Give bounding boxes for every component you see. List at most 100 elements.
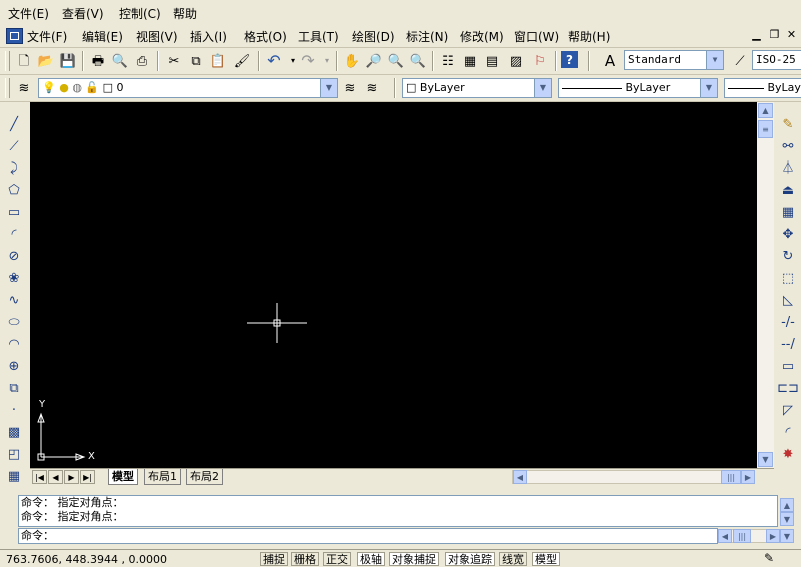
erase-icon[interactable]: ✎ <box>777 114 799 134</box>
previous-tab-icon[interactable]: ◀ <box>48 470 63 484</box>
menu-tools[interactable]: 工具(T) <box>298 28 339 45</box>
otrack-toggle[interactable]: 对象追踪 <box>445 552 495 566</box>
arc-icon[interactable]: ◜ <box>3 224 25 244</box>
command-scroll-down2-icon[interactable]: ▼ <box>780 529 794 543</box>
offset-icon[interactable]: ⏏ <box>777 180 799 200</box>
chamfer-icon[interactable]: ◸ <box>777 400 799 420</box>
grid-toggle[interactable]: 栅格 <box>291 552 319 566</box>
zoom-window-icon[interactable]: 🔍 <box>386 51 406 71</box>
point-icon[interactable]: · <box>3 400 25 420</box>
move-icon[interactable]: ✥ <box>777 224 799 244</box>
print-icon[interactable]: 🖶 <box>88 51 108 71</box>
trim-icon[interactable]: -/- <box>777 312 799 332</box>
chevron-down-icon[interactable]: ▼ <box>320 79 337 97</box>
osnap-toggle[interactable]: 对象捕捉 <box>389 552 439 566</box>
ellipse-arc-icon[interactable]: ◠ <box>3 334 25 354</box>
lightbulb-icon[interactable]: 💡 <box>42 81 56 94</box>
polyline-icon[interactable]: ⤸ <box>3 158 25 178</box>
design-center-icon[interactable]: ▦ <box>460 51 480 71</box>
snap-toggle[interactable]: 捕捉 <box>260 552 288 566</box>
tab-layout1[interactable]: 布局1 <box>144 469 181 485</box>
menu-edit[interactable]: 编辑(E) <box>82 28 123 45</box>
model-space-toggle[interactable]: 模型 <box>532 552 560 566</box>
sun-icon[interactable]: ● <box>59 81 69 94</box>
array-icon[interactable]: ▦ <box>777 202 799 222</box>
rotate-icon[interactable]: ↻ <box>777 246 799 266</box>
first-tab-icon[interactable]: |◀ <box>32 470 47 484</box>
communication-center-icon[interactable]: ✎ <box>764 551 774 565</box>
spline-icon[interactable]: ∿ <box>3 290 25 310</box>
rectangle-icon[interactable]: ▭ <box>3 202 25 222</box>
menu-view[interactable]: 视图(V) <box>136 28 178 45</box>
zoom-previous-icon[interactable]: 🔍 <box>408 51 428 71</box>
break-at-point-icon[interactable]: ▭ <box>777 356 799 376</box>
scale-icon[interactable]: ⬚ <box>777 268 799 288</box>
menu-format[interactable]: 格式(O) <box>244 28 287 45</box>
freeze-viewport-icon[interactable]: ◍ <box>72 81 82 94</box>
insert-block-icon[interactable]: ⊕ <box>3 356 25 376</box>
cursor-coordinates[interactable]: 763.7606, 448.3944 , 0.0000 <box>6 553 167 566</box>
scroll-left-icon[interactable]: ◀ <box>513 470 527 484</box>
copy-object-icon[interactable]: ⚯ <box>777 136 799 156</box>
scroll-thumb[interactable]: ≡ <box>758 120 773 138</box>
table-icon[interactable]: ▦ <box>3 466 25 486</box>
menu-dimension[interactable]: 标注(N) <box>406 28 448 45</box>
chevron-down-icon[interactable]: ▼ <box>700 79 717 97</box>
properties-icon[interactable]: ☷ <box>438 51 458 71</box>
drawing-area[interactable]: Y X <box>30 102 757 468</box>
app-icon[interactable] <box>6 28 23 44</box>
command-scroll-right-icon[interactable]: ▶ <box>766 529 780 543</box>
text-style-select[interactable]: Standard ▼ <box>624 50 724 70</box>
menu-view-outer[interactable]: 查看(V) <box>62 5 104 22</box>
explode-icon[interactable]: ✸ <box>777 444 799 464</box>
ortho-toggle[interactable]: 正交 <box>323 552 351 566</box>
menu-help[interactable]: 帮助(H) <box>568 28 610 45</box>
text-style-icon[interactable]: A <box>600 51 620 71</box>
command-scroll-left-icon[interactable]: ◀ <box>718 529 732 543</box>
menu-control-outer[interactable]: 控制(C) <box>119 5 161 22</box>
menu-file-outer[interactable]: 文件(E) <box>8 5 49 22</box>
line-icon[interactable]: ╱ <box>3 114 25 134</box>
tab-layout2[interactable]: 布局2 <box>186 469 223 485</box>
restore-icon[interactable]: ❐ <box>768 28 781 41</box>
next-tab-icon[interactable]: ▶ <box>64 470 79 484</box>
horizontal-scrollbar[interactable]: ◀ ||| ▶ <box>512 470 754 484</box>
menu-help-outer[interactable]: 帮助 <box>173 5 197 22</box>
linetype-select[interactable]: ByLayer ▼ <box>558 78 718 98</box>
mirror-icon[interactable]: ⏃ <box>777 158 799 178</box>
vertical-scrollbar[interactable]: ▲ ≡ ▼ <box>757 102 774 468</box>
match-properties-icon[interactable]: 🖌 <box>232 51 252 71</box>
scroll-down-icon[interactable]: ▼ <box>758 452 773 467</box>
markup-icon[interactable]: ⚐ <box>530 51 550 71</box>
region-icon[interactable]: ◰ <box>3 444 25 464</box>
copy-icon[interactable]: ⧉ <box>186 51 206 71</box>
command-hscrollbar[interactable]: ◀ ||| ▶ <box>718 529 780 543</box>
dim-style-select[interactable]: ISO-25 <box>752 50 801 70</box>
make-object-layer-current-icon[interactable]: ≋ <box>340 78 360 98</box>
minimize-icon[interactable]: ▁ <box>750 28 763 41</box>
hatch-icon[interactable]: ▩ <box>3 422 25 442</box>
polar-toggle[interactable]: 极轴 <box>357 552 385 566</box>
ellipse-icon[interactable]: ⬭ <box>3 312 25 332</box>
pan-realtime-icon[interactable]: ✋ <box>342 51 362 71</box>
new-file-icon[interactable]: 🗋 <box>14 51 34 71</box>
layer-select[interactable]: 💡 ● ◍ 🔓 □ 0 ▼ <box>38 78 338 98</box>
polygon-icon[interactable]: ⬠ <box>3 180 25 200</box>
horizontal-scroll-thumb[interactable]: ||| <box>721 470 741 484</box>
dim-style-icon[interactable]: ⟋ <box>730 51 750 71</box>
chevron-down-icon[interactable]: ▼ <box>534 79 551 97</box>
scroll-right-icon[interactable]: ▶ <box>741 470 755 484</box>
revision-cloud-icon[interactable]: ❀ <box>3 268 25 288</box>
circle-icon[interactable]: ⊘ <box>3 246 25 266</box>
menu-draw[interactable]: 绘图(D) <box>352 28 395 45</box>
command-scroll-up-icon[interactable]: ▲ <box>780 498 794 512</box>
print-preview-icon[interactable]: 🔍 <box>110 51 130 71</box>
last-tab-icon[interactable]: ▶| <box>80 470 95 484</box>
undo-icon[interactable]: ↶ <box>264 51 284 71</box>
stretch-icon[interactable]: ◺ <box>777 290 799 310</box>
paste-icon[interactable]: 📋 <box>208 51 228 71</box>
open-file-icon[interactable]: 📂 <box>36 51 56 71</box>
sheet-set-icon[interactable]: ▨ <box>506 51 526 71</box>
tool-palettes-icon[interactable]: ▤ <box>482 51 502 71</box>
menu-modify[interactable]: 修改(M) <box>460 28 504 45</box>
